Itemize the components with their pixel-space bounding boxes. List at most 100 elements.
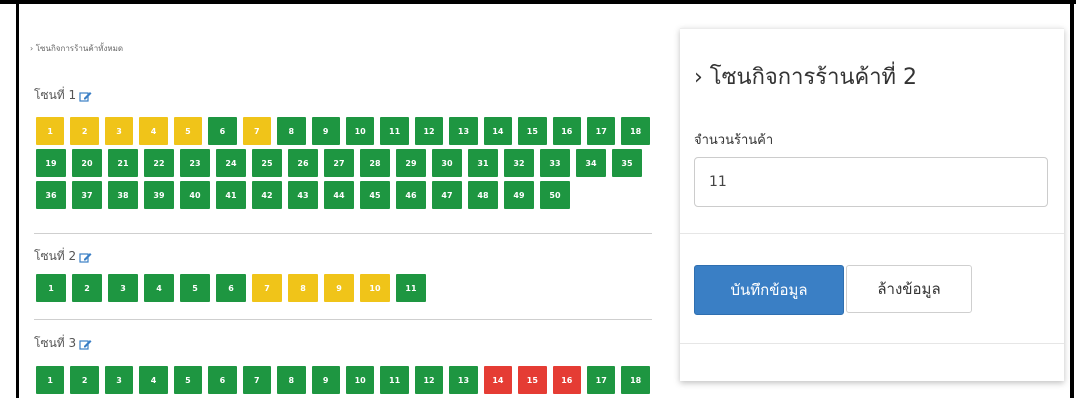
shop-tile[interactable]: 11 (396, 274, 426, 302)
shop-tile[interactable]: 24 (216, 149, 246, 177)
shop-tile[interactable]: 9 (311, 366, 340, 394)
shop-tile[interactable]: 13 (449, 366, 478, 394)
zones-panel: › โซนกิจการร้านค้าทั้งหมด โซนที่ 1 12345… (24, 28, 660, 398)
shop-tile[interactable]: 6 (208, 366, 237, 394)
shop-tile[interactable]: 3 (104, 117, 134, 145)
shop-tile[interactable]: 17 (587, 366, 616, 394)
shop-tile[interactable]: 17 (587, 117, 616, 145)
shop-tile[interactable]: 32 (504, 149, 534, 177)
shop-tile[interactable]: 9 (324, 274, 354, 302)
shop-tile[interactable]: 49 (504, 181, 534, 209)
shop-tile[interactable]: 13 (449, 117, 478, 145)
shop-tile[interactable]: 22 (144, 149, 174, 177)
shop-tile[interactable]: 2 (70, 366, 99, 394)
breadcrumb[interactable]: › โซนกิจการร้านค้าทั้งหมด (30, 42, 123, 55)
edit-icon[interactable] (79, 251, 92, 263)
shop-tile[interactable]: 45 (360, 181, 390, 209)
shop-tile[interactable]: 31 (468, 149, 498, 177)
shop-tile[interactable]: 27 (324, 149, 354, 177)
shop-tile[interactable]: 12 (414, 117, 444, 145)
zone-title-2: โซนที่ 2 (34, 247, 92, 266)
shop-tile[interactable]: 1 (36, 366, 65, 394)
shop-tile[interactable]: 8 (277, 366, 306, 394)
shop-tile[interactable]: 3 (108, 274, 138, 302)
shop-tile[interactable]: 5 (180, 274, 210, 302)
shop-tile[interactable]: 37 (72, 181, 102, 209)
shop-tile[interactable]: 47 (432, 181, 462, 209)
shop-tile[interactable]: 25 (252, 149, 282, 177)
shop-tile[interactable]: 4 (144, 274, 174, 302)
shop-tile[interactable]: 33 (540, 149, 570, 177)
edit-icon[interactable] (79, 338, 92, 350)
shop-tile[interactable]: 18 (621, 366, 650, 394)
clear-button[interactable]: ล้างข้อมูล (846, 265, 972, 313)
shop-tile[interactable]: 2 (72, 274, 102, 302)
shop-tile[interactable]: 14 (483, 117, 513, 145)
save-button[interactable]: บันทึกข้อมูล (694, 265, 844, 315)
shop-row: 1 2 3 4 5 6 7 8 9 10 11 12 13 14 15 16 17 18 (36, 366, 656, 394)
shop-tile[interactable]: 38 (108, 181, 138, 209)
shop-row: 1 2 3 4 5 6 7 8 9 10 11 (36, 274, 656, 302)
shop-tile[interactable]: 50 (540, 181, 570, 209)
shop-count-input[interactable] (694, 157, 1048, 207)
shop-tile[interactable]: 10 (345, 366, 375, 394)
shop-tile[interactable]: 48 (468, 181, 498, 209)
shop-tile[interactable]: 19 (36, 149, 66, 177)
shop-tile[interactable]: 3 (104, 366, 134, 394)
shop-tile[interactable]: 12 (414, 366, 444, 394)
shop-tile[interactable]: 5 (173, 117, 203, 145)
zone-divider (34, 319, 652, 320)
shop-tile[interactable]: 11 (380, 117, 409, 145)
shop-tile[interactable]: 7 (242, 117, 272, 145)
zone-title-3: โซนที่ 3 (34, 334, 92, 353)
shop-tile[interactable]: 35 (612, 149, 642, 177)
shop-tile[interactable]: 21 (108, 149, 138, 177)
shop-tile[interactable]: 6 (216, 274, 246, 302)
shop-tile[interactable]: 15 (518, 366, 547, 394)
shop-tile[interactable]: 40 (180, 181, 210, 209)
shop-tile[interactable]: 46 (396, 181, 426, 209)
shop-tile[interactable]: 10 (345, 117, 375, 145)
shop-tile[interactable]: 7 (242, 366, 272, 394)
shop-tile[interactable]: 30 (432, 149, 462, 177)
shop-tile[interactable]: 36 (36, 181, 66, 209)
shop-tile[interactable]: 15 (518, 117, 547, 145)
shop-tile[interactable]: 8 (277, 117, 306, 145)
shop-tile[interactable]: 10 (360, 274, 390, 302)
zone-3-shop-grid: 1 2 3 4 5 6 7 8 9 10 11 12 13 14 15 16 17 18 (36, 366, 656, 398)
shop-tile[interactable]: 23 (180, 149, 210, 177)
shop-tile[interactable]: 43 (288, 181, 318, 209)
shop-tile[interactable]: 42 (252, 181, 282, 209)
shop-tile[interactable]: 1 (36, 117, 65, 145)
shop-tile[interactable]: 18 (621, 117, 650, 145)
shop-tile[interactable]: 26 (288, 149, 318, 177)
shop-row: 1 2 3 4 5 6 7 8 9 10 11 12 13 14 15 16 17 18 (36, 117, 656, 145)
shop-tile[interactable]: 44 (324, 181, 354, 209)
shop-tile[interactable]: 34 (576, 149, 606, 177)
shop-tile[interactable]: 28 (360, 149, 390, 177)
shop-tile[interactable]: 20 (72, 149, 102, 177)
shop-tile[interactable]: 16 (552, 366, 581, 394)
shop-tile[interactable]: 4 (139, 366, 168, 394)
shop-count-label: จำนวนร้านค้า (694, 133, 774, 148)
shop-tile[interactable]: 9 (311, 117, 340, 145)
shop-tile[interactable]: 4 (139, 117, 168, 145)
shop-tile[interactable]: 2 (70, 117, 99, 145)
zone-title-1: โซนที่ 1 (34, 86, 92, 105)
shop-tile[interactable]: 1 (36, 274, 66, 302)
shop-tile[interactable]: 41 (216, 181, 246, 209)
shop-tile[interactable]: 8 (288, 274, 318, 302)
shop-tile[interactable]: 11 (380, 366, 409, 394)
shop-tile[interactable]: 29 (396, 149, 426, 177)
frame-border-left (16, 0, 19, 398)
form-divider (680, 233, 1064, 234)
zone-title-label: โซนที่ 1 (34, 88, 77, 102)
shop-tile[interactable]: 16 (552, 117, 581, 145)
shop-tile[interactable]: 39 (144, 181, 174, 209)
shop-tile[interactable]: 6 (208, 117, 237, 145)
edit-icon[interactable] (79, 90, 92, 102)
shop-tile[interactable]: 7 (252, 274, 282, 302)
form-title: › โซนกิจการร้านค้าที่ 2 (694, 65, 918, 90)
shop-tile[interactable]: 5 (173, 366, 203, 394)
shop-tile[interactable]: 14 (483, 366, 513, 394)
